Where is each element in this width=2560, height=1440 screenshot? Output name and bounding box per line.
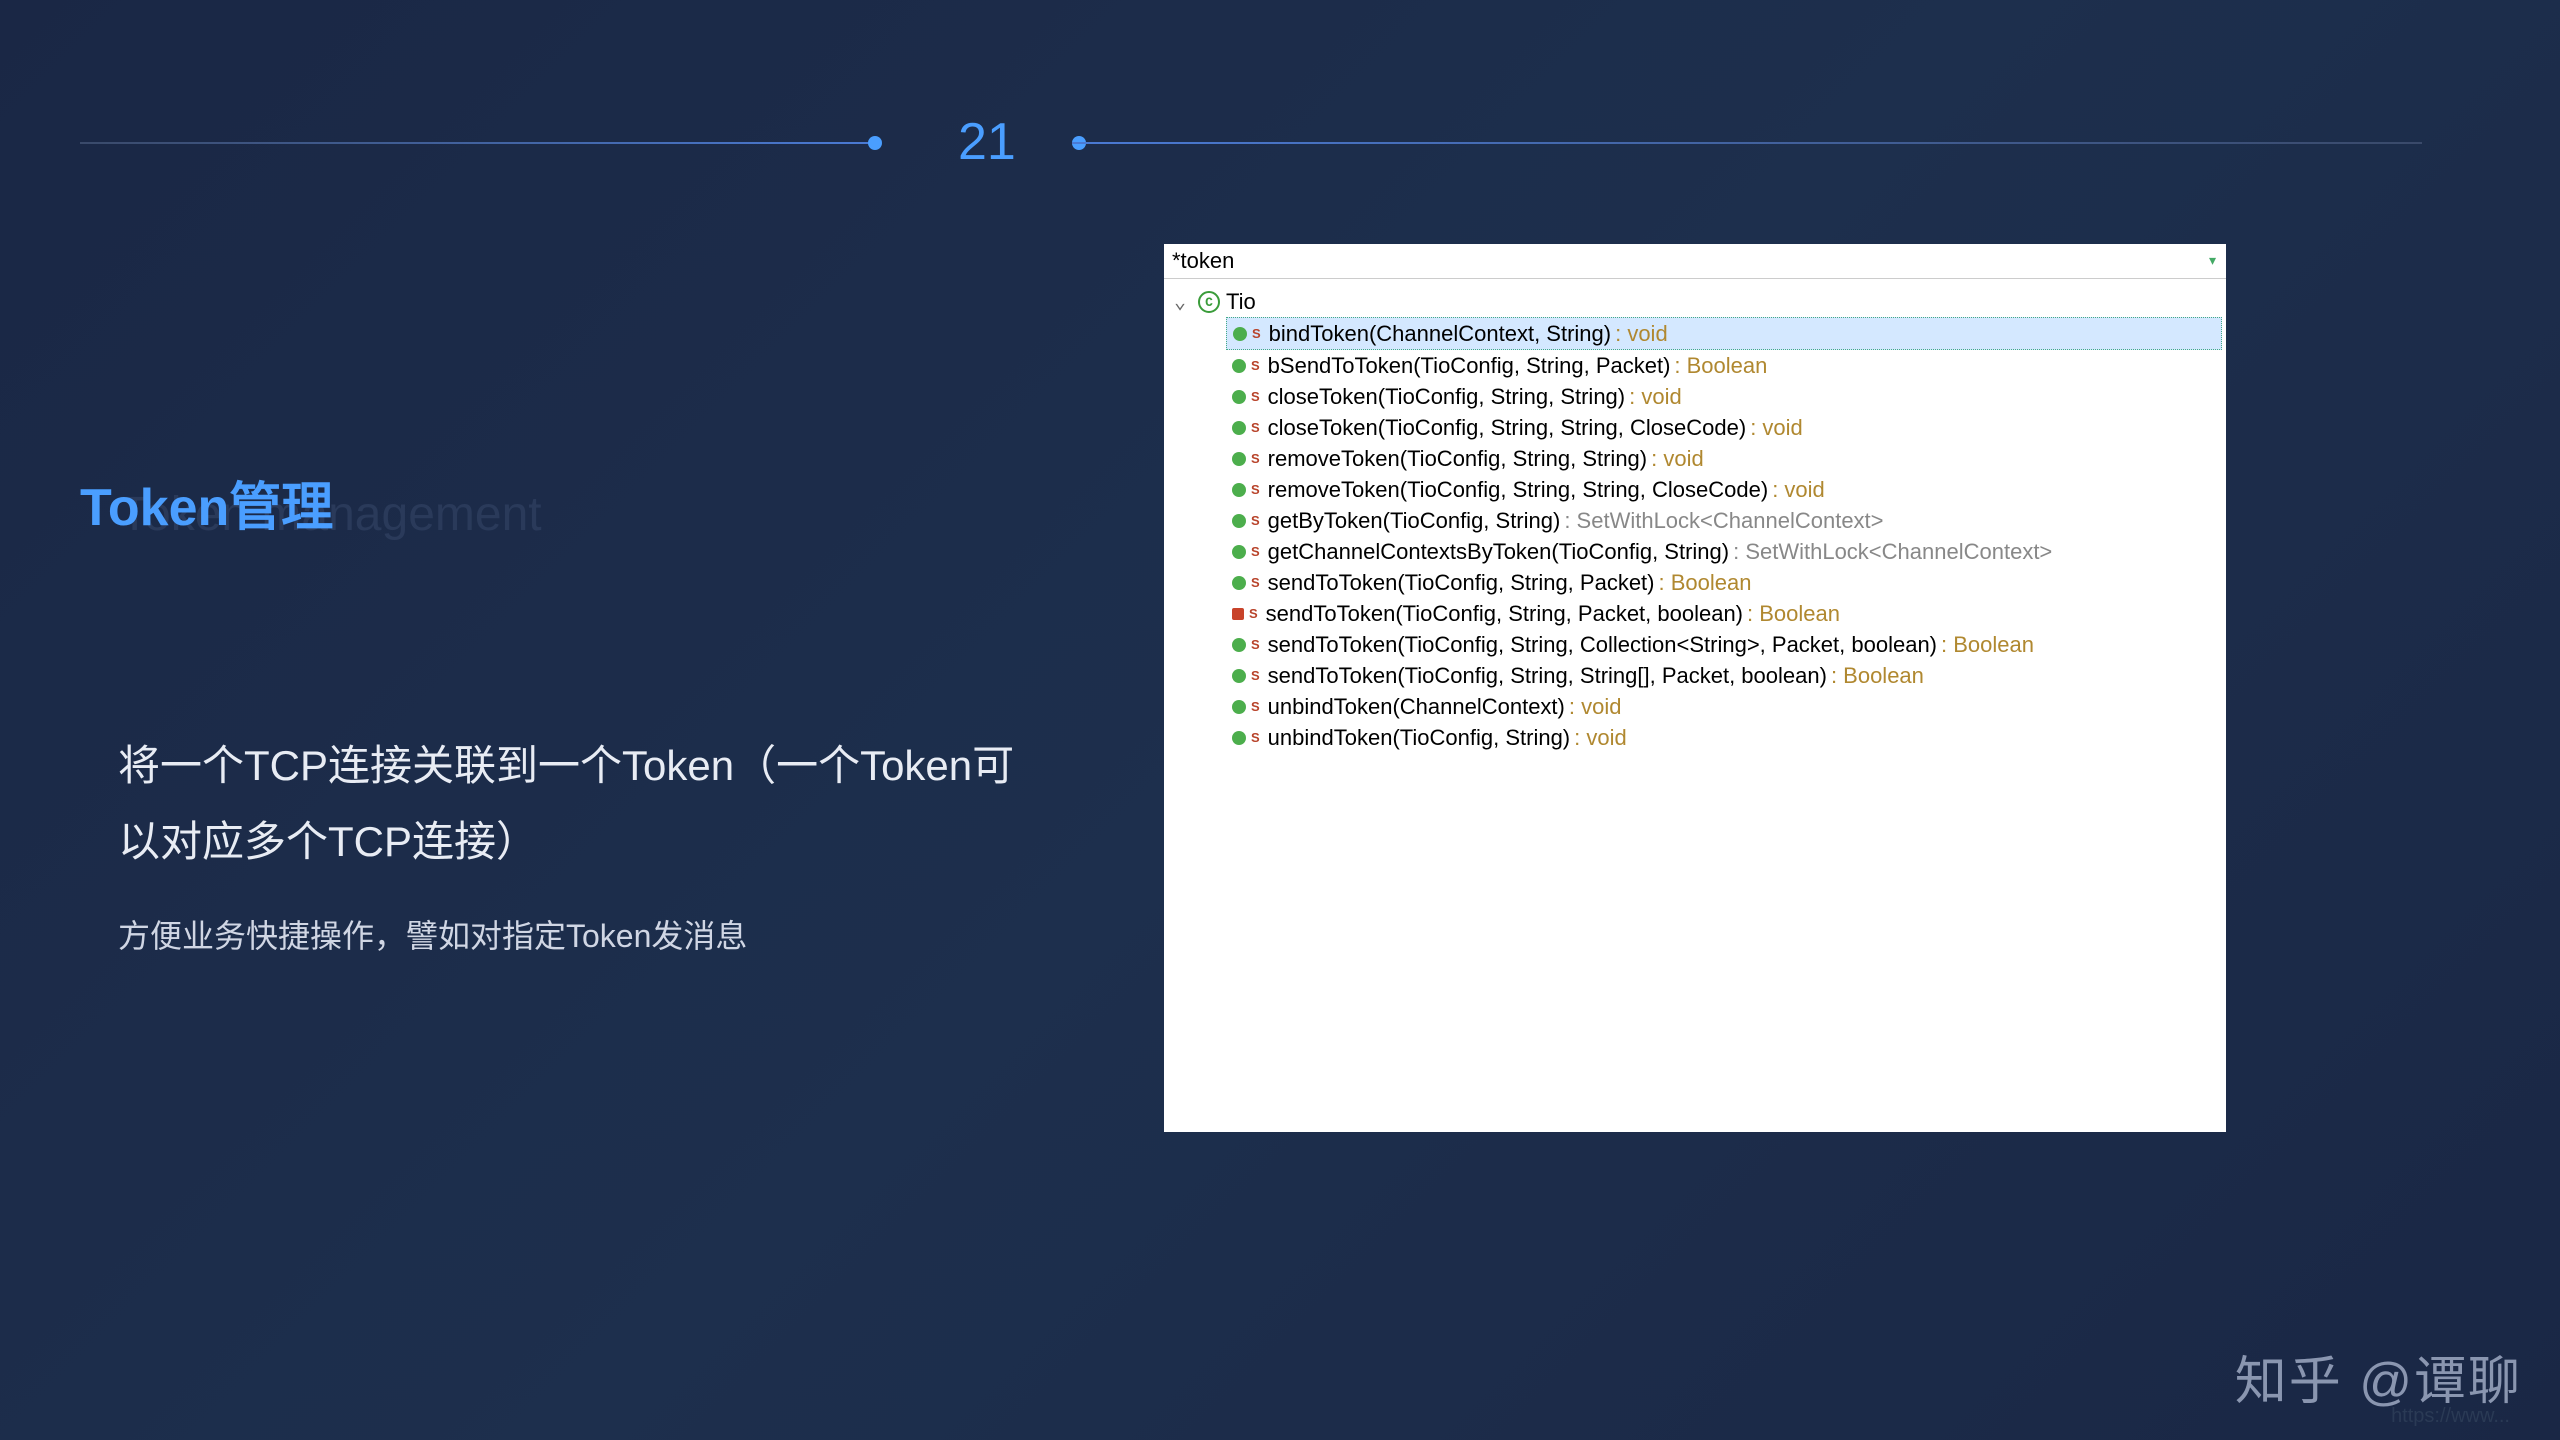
method-item[interactable]: SunbindToken(ChannelContext) : void bbox=[1226, 691, 2222, 722]
return-type: : SetWithLock<ChannelContext> bbox=[1564, 508, 1883, 534]
method-visibility-icon bbox=[1232, 483, 1246, 497]
method-visibility-icon bbox=[1232, 576, 1246, 590]
method-visibility-icon bbox=[1232, 514, 1246, 528]
method-signature: getChannelContextsByToken(TioConfig, Str… bbox=[1268, 539, 1729, 565]
method-item[interactable]: SunbindToken(TioConfig, String) : void bbox=[1226, 722, 2222, 753]
return-type: : void bbox=[1772, 477, 1825, 503]
method-item[interactable]: SremoveToken(TioConfig, String, String) … bbox=[1226, 443, 2222, 474]
method-item[interactable]: SgetChannelContextsByToken(TioConfig, St… bbox=[1226, 536, 2222, 567]
method-visibility-icon bbox=[1232, 669, 1246, 683]
page-number: 21 bbox=[958, 112, 1016, 172]
return-type: : Boolean bbox=[1831, 663, 1924, 689]
method-visibility-icon bbox=[1232, 608, 1244, 620]
header-line-left bbox=[80, 142, 870, 144]
header-line-right bbox=[1072, 142, 2422, 144]
static-modifier-icon: S bbox=[1249, 606, 1258, 621]
method-signature: sendToToken(TioConfig, String, Collectio… bbox=[1268, 632, 1937, 658]
class-tree-node[interactable]: ⌄ C Tio bbox=[1168, 287, 2222, 317]
method-item[interactable]: SsendToToken(TioConfig, String, Packet, … bbox=[1226, 598, 2222, 629]
return-type: : Boolean bbox=[1674, 353, 1767, 379]
method-signature: bSendToToken(TioConfig, String, Packet) bbox=[1268, 353, 1671, 379]
static-modifier-icon: S bbox=[1251, 420, 1260, 435]
method-signature: closeToken(TioConfig, String, String, Cl… bbox=[1268, 415, 1747, 441]
method-item[interactable]: ScloseToken(TioConfig, String, String) :… bbox=[1226, 381, 2222, 412]
static-modifier-icon: S bbox=[1251, 730, 1260, 745]
static-modifier-icon: S bbox=[1251, 358, 1260, 373]
method-visibility-icon bbox=[1232, 638, 1246, 652]
static-modifier-icon: S bbox=[1251, 668, 1260, 683]
watermark-url: https://www... bbox=[2391, 1405, 2510, 1428]
return-type: : void bbox=[1569, 694, 1622, 720]
return-type: : void bbox=[1651, 446, 1704, 472]
header-dot-left bbox=[868, 136, 882, 150]
return-type: : SetWithLock<ChannelContext> bbox=[1733, 539, 2052, 565]
return-type: : void bbox=[1629, 384, 1682, 410]
method-visibility-icon bbox=[1232, 359, 1246, 373]
static-modifier-icon: S bbox=[1251, 513, 1260, 528]
method-visibility-icon bbox=[1232, 452, 1246, 466]
method-item[interactable]: ScloseToken(TioConfig, String, String, C… bbox=[1226, 412, 2222, 443]
outline-tree: ⌄ C Tio SbindToken(ChannelContext, Strin… bbox=[1164, 279, 2226, 761]
static-modifier-icon: S bbox=[1251, 482, 1260, 497]
method-list: SbindToken(ChannelContext, String) : voi… bbox=[1226, 317, 2222, 753]
static-modifier-icon: S bbox=[1251, 451, 1260, 466]
method-signature: getByToken(TioConfig, String) bbox=[1268, 508, 1561, 534]
static-modifier-icon: S bbox=[1251, 389, 1260, 404]
method-item[interactable]: SgetByToken(TioConfig, String) : SetWith… bbox=[1226, 505, 2222, 536]
expand-icon[interactable]: ⌄ bbox=[1174, 289, 1192, 315]
search-header: *token ▾ bbox=[1164, 244, 2226, 279]
method-visibility-icon bbox=[1232, 545, 1246, 559]
method-signature: sendToToken(TioConfig, String, Packet, b… bbox=[1266, 601, 1743, 627]
method-signature: sendToToken(TioConfig, String, String[],… bbox=[1268, 663, 1827, 689]
ide-outline-panel: *token ▾ ⌄ C Tio SbindToken(ChannelConte… bbox=[1164, 244, 2226, 1132]
method-item[interactable]: SbindToken(ChannelContext, String) : voi… bbox=[1226, 317, 2222, 350]
return-type: : Boolean bbox=[1659, 570, 1752, 596]
dropdown-icon[interactable]: ▾ bbox=[2207, 250, 2218, 272]
description-block: 将一个TCP连接关联到一个Token（一个Token可以对应多个TCP连接） 方… bbox=[118, 728, 1018, 957]
title-block: Token management Token管理 bbox=[80, 465, 333, 540]
method-visibility-icon bbox=[1232, 421, 1246, 435]
static-modifier-icon: S bbox=[1251, 637, 1260, 652]
method-signature: removeToken(TioConfig, String, String, C… bbox=[1268, 477, 1769, 503]
static-modifier-icon: S bbox=[1252, 326, 1261, 341]
method-visibility-icon bbox=[1232, 700, 1246, 714]
title-main: Token管理 bbox=[80, 465, 333, 540]
search-input[interactable]: *token bbox=[1172, 248, 2207, 274]
method-visibility-icon bbox=[1232, 390, 1246, 404]
method-visibility-icon bbox=[1233, 327, 1247, 341]
static-modifier-icon: S bbox=[1251, 699, 1260, 714]
method-signature: unbindToken(ChannelContext) bbox=[1268, 694, 1565, 720]
method-item[interactable]: SsendToToken(TioConfig, String, String[]… bbox=[1226, 660, 2222, 691]
method-item[interactable]: SsendToToken(TioConfig, String, Packet) … bbox=[1226, 567, 2222, 598]
class-name: Tio bbox=[1226, 289, 1256, 315]
return-type: : void bbox=[1615, 321, 1668, 347]
static-modifier-icon: S bbox=[1251, 575, 1260, 590]
class-icon: C bbox=[1198, 291, 1220, 313]
return-type: : Boolean bbox=[1941, 632, 2034, 658]
method-signature: closeToken(TioConfig, String, String) bbox=[1268, 384, 1625, 410]
method-signature: unbindToken(TioConfig, String) bbox=[1268, 725, 1570, 751]
description-main: 将一个TCP连接关联到一个Token（一个Token可以对应多个TCP连接） bbox=[118, 728, 1018, 879]
return-type: : Boolean bbox=[1747, 601, 1840, 627]
method-signature: sendToToken(TioConfig, String, Packet) bbox=[1268, 570, 1655, 596]
method-signature: removeToken(TioConfig, String, String) bbox=[1268, 446, 1647, 472]
method-visibility-icon bbox=[1232, 731, 1246, 745]
static-modifier-icon: S bbox=[1251, 544, 1260, 559]
method-item[interactable]: SremoveToken(TioConfig, String, String, … bbox=[1226, 474, 2222, 505]
return-type: : void bbox=[1750, 415, 1803, 441]
method-signature: bindToken(ChannelContext, String) bbox=[1269, 321, 1611, 347]
description-sub: 方便业务快捷操作，譬如对指定Token发消息 bbox=[118, 911, 1018, 957]
method-item[interactable]: SsendToToken(TioConfig, String, Collecti… bbox=[1226, 629, 2222, 660]
watermark: 知乎 @谭聊 bbox=[2235, 1339, 2522, 1414]
method-item[interactable]: SbSendToToken(TioConfig, String, Packet)… bbox=[1226, 350, 2222, 381]
return-type: : void bbox=[1574, 725, 1627, 751]
